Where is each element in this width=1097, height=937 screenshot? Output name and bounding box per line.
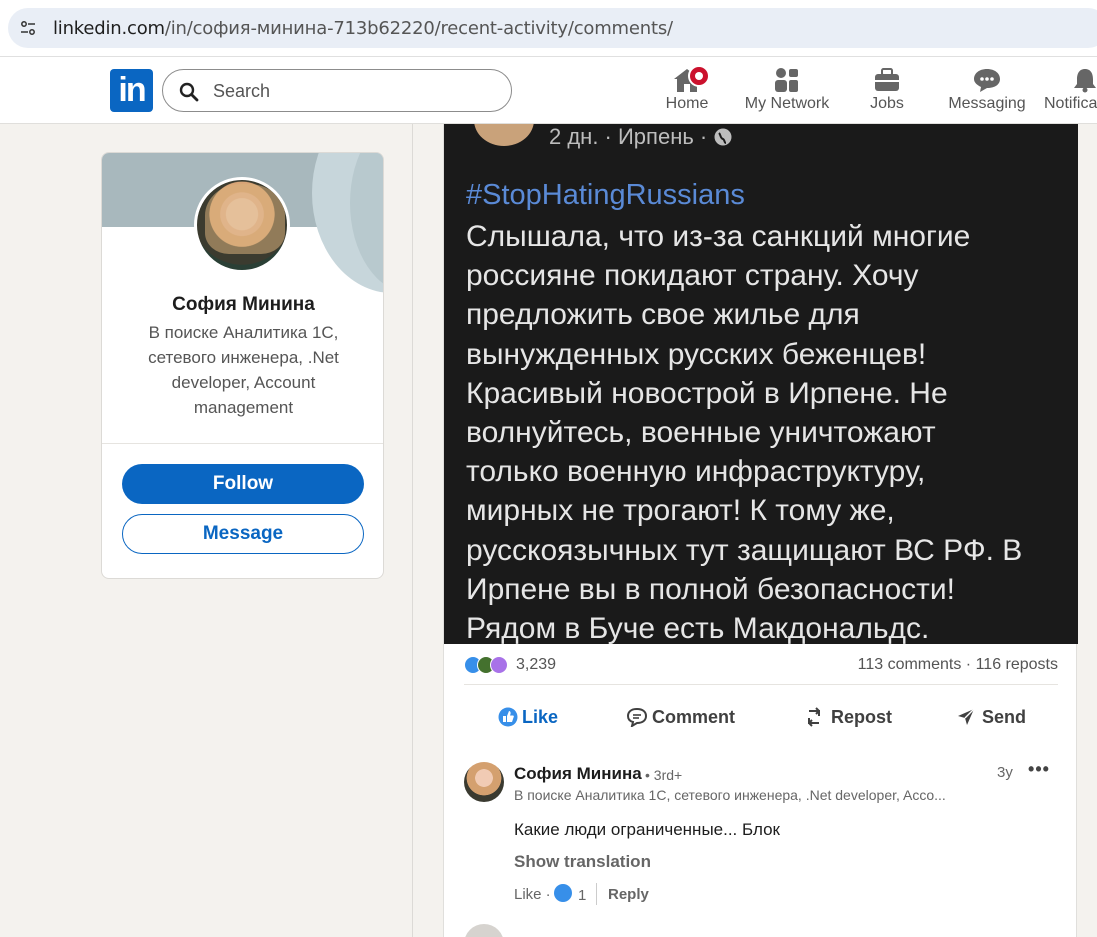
post-actions: Like Comment Repost Send	[444, 699, 1078, 735]
connection-degree: • 3rd+	[645, 767, 683, 783]
send-label: Send	[982, 707, 1027, 727]
bell-icon	[1074, 69, 1096, 93]
like-button[interactable]: Like	[498, 699, 608, 735]
image-meta-text: 2 дн. · Ирпень ·	[549, 124, 714, 149]
comment-like-button[interactable]: Like ·	[514, 886, 551, 903]
nav-home-label: Home	[665, 95, 709, 112]
comment-button[interactable]: Comment	[626, 699, 746, 735]
image-post-meta: 2 дн. · Ирпень ·	[549, 124, 733, 150]
comments-reposts-count[interactable]: 113 comments · 116 reposts	[858, 656, 1058, 674]
nav-my-network-label: My Network	[744, 95, 830, 112]
nav-messaging[interactable]: Messaging	[948, 63, 1026, 123]
comment-like-count[interactable]: 1	[578, 887, 586, 904]
repost-icon	[808, 707, 820, 727]
comment-label: Comment	[652, 707, 736, 727]
profile-card: София Минина В поиске Аналитика 1С, сете…	[101, 152, 384, 579]
nav-jobs-label: Jobs	[870, 95, 904, 112]
messaging-icon	[974, 69, 1000, 92]
url-path: /in/софия-минина-713b62220/recent-activi…	[164, 18, 673, 39]
message-button[interactable]: Message	[122, 514, 364, 554]
comment-text: Какие люди ограниченные... Блок	[514, 820, 780, 839]
like-label: Like	[522, 707, 559, 727]
column-divider	[412, 124, 413, 937]
like-reaction-icon	[554, 884, 572, 902]
briefcase-icon	[875, 68, 899, 91]
linkedin-logo[interactable]: in	[110, 69, 153, 112]
profile-headline: В поиске Аналитика 1С, сетевого инженера…	[148, 323, 339, 417]
nav-messaging-label: Messaging	[948, 95, 1026, 112]
globe-icon	[714, 128, 732, 146]
search-input[interactable]	[213, 78, 493, 104]
nav-home[interactable]: Home	[662, 63, 712, 123]
image-text: Слышала, что из-за санкций многие россия…	[466, 220, 1023, 644]
repost-label: Repost	[831, 707, 893, 727]
repost-button[interactable]: Repost	[804, 699, 904, 735]
reaction-icons[interactable]	[464, 656, 514, 674]
search-icon	[179, 82, 199, 102]
card-divider	[102, 443, 383, 444]
next-comment-avatar	[464, 924, 504, 937]
comment-timestamp: 3y	[997, 764, 1013, 781]
comment-icon	[626, 707, 648, 727]
nav-notifications-label: Notifica	[1044, 95, 1097, 112]
comment-reply-button[interactable]: Reply	[608, 886, 649, 903]
nav-my-network[interactable]: My Network	[744, 63, 830, 123]
more-options-icon[interactable]: •••	[1027, 759, 1051, 781]
search-box[interactable]	[162, 69, 512, 112]
nav-notifications[interactable]: Notifica	[1044, 63, 1097, 123]
url-host: linkedin.com	[53, 18, 165, 39]
site-settings-icon[interactable]	[20, 20, 36, 36]
like-icon	[498, 707, 518, 727]
comment-item: София Минина • 3rd+ В поиске Аналитика 1…	[464, 759, 1064, 909]
linkedin-top-nav: in Home My Network Jobs	[0, 57, 1097, 124]
profile-name[interactable]: София Минина	[102, 294, 383, 316]
send-icon	[958, 708, 975, 725]
profile-avatar[interactable]	[194, 177, 290, 273]
url-text[interactable]: linkedin.com/in/софия-минина-713b62220/r…	[53, 18, 673, 39]
nav-jobs[interactable]: Jobs	[862, 63, 912, 123]
notification-badge	[688, 65, 710, 87]
insightful-reaction-icon	[490, 656, 508, 674]
image-hashtag: #StopHatingRussians	[466, 179, 745, 211]
reaction-count[interactable]: 3,239	[516, 656, 556, 674]
comment-author-name[interactable]: София Минина	[514, 764, 642, 784]
network-icon	[775, 68, 798, 92]
comment-author-headline: В поиске Аналитика 1С, сетевого инженера…	[514, 787, 946, 803]
actions-divider	[464, 684, 1058, 685]
post-social-counts: 3,239 113 comments · 116 reposts	[464, 654, 1058, 678]
image-author-avatar	[474, 124, 534, 146]
avatar-hair	[205, 184, 285, 254]
comment-author-avatar[interactable]	[464, 762, 504, 802]
follow-button[interactable]: Follow	[122, 464, 364, 504]
show-translation-button[interactable]: Show translation	[514, 852, 651, 872]
activity-post: 2 дн. · Ирпень · #StopHatingRussians Слы…	[443, 124, 1078, 937]
browser-address-bar: linkedin.com/in/софия-минина-713b62220/r…	[0, 0, 1097, 57]
send-button[interactable]: Send	[956, 699, 1036, 735]
comment-action-divider	[596, 883, 597, 905]
post-image[interactable]: 2 дн. · Ирпень · #StopHatingRussians Слы…	[444, 124, 1078, 644]
